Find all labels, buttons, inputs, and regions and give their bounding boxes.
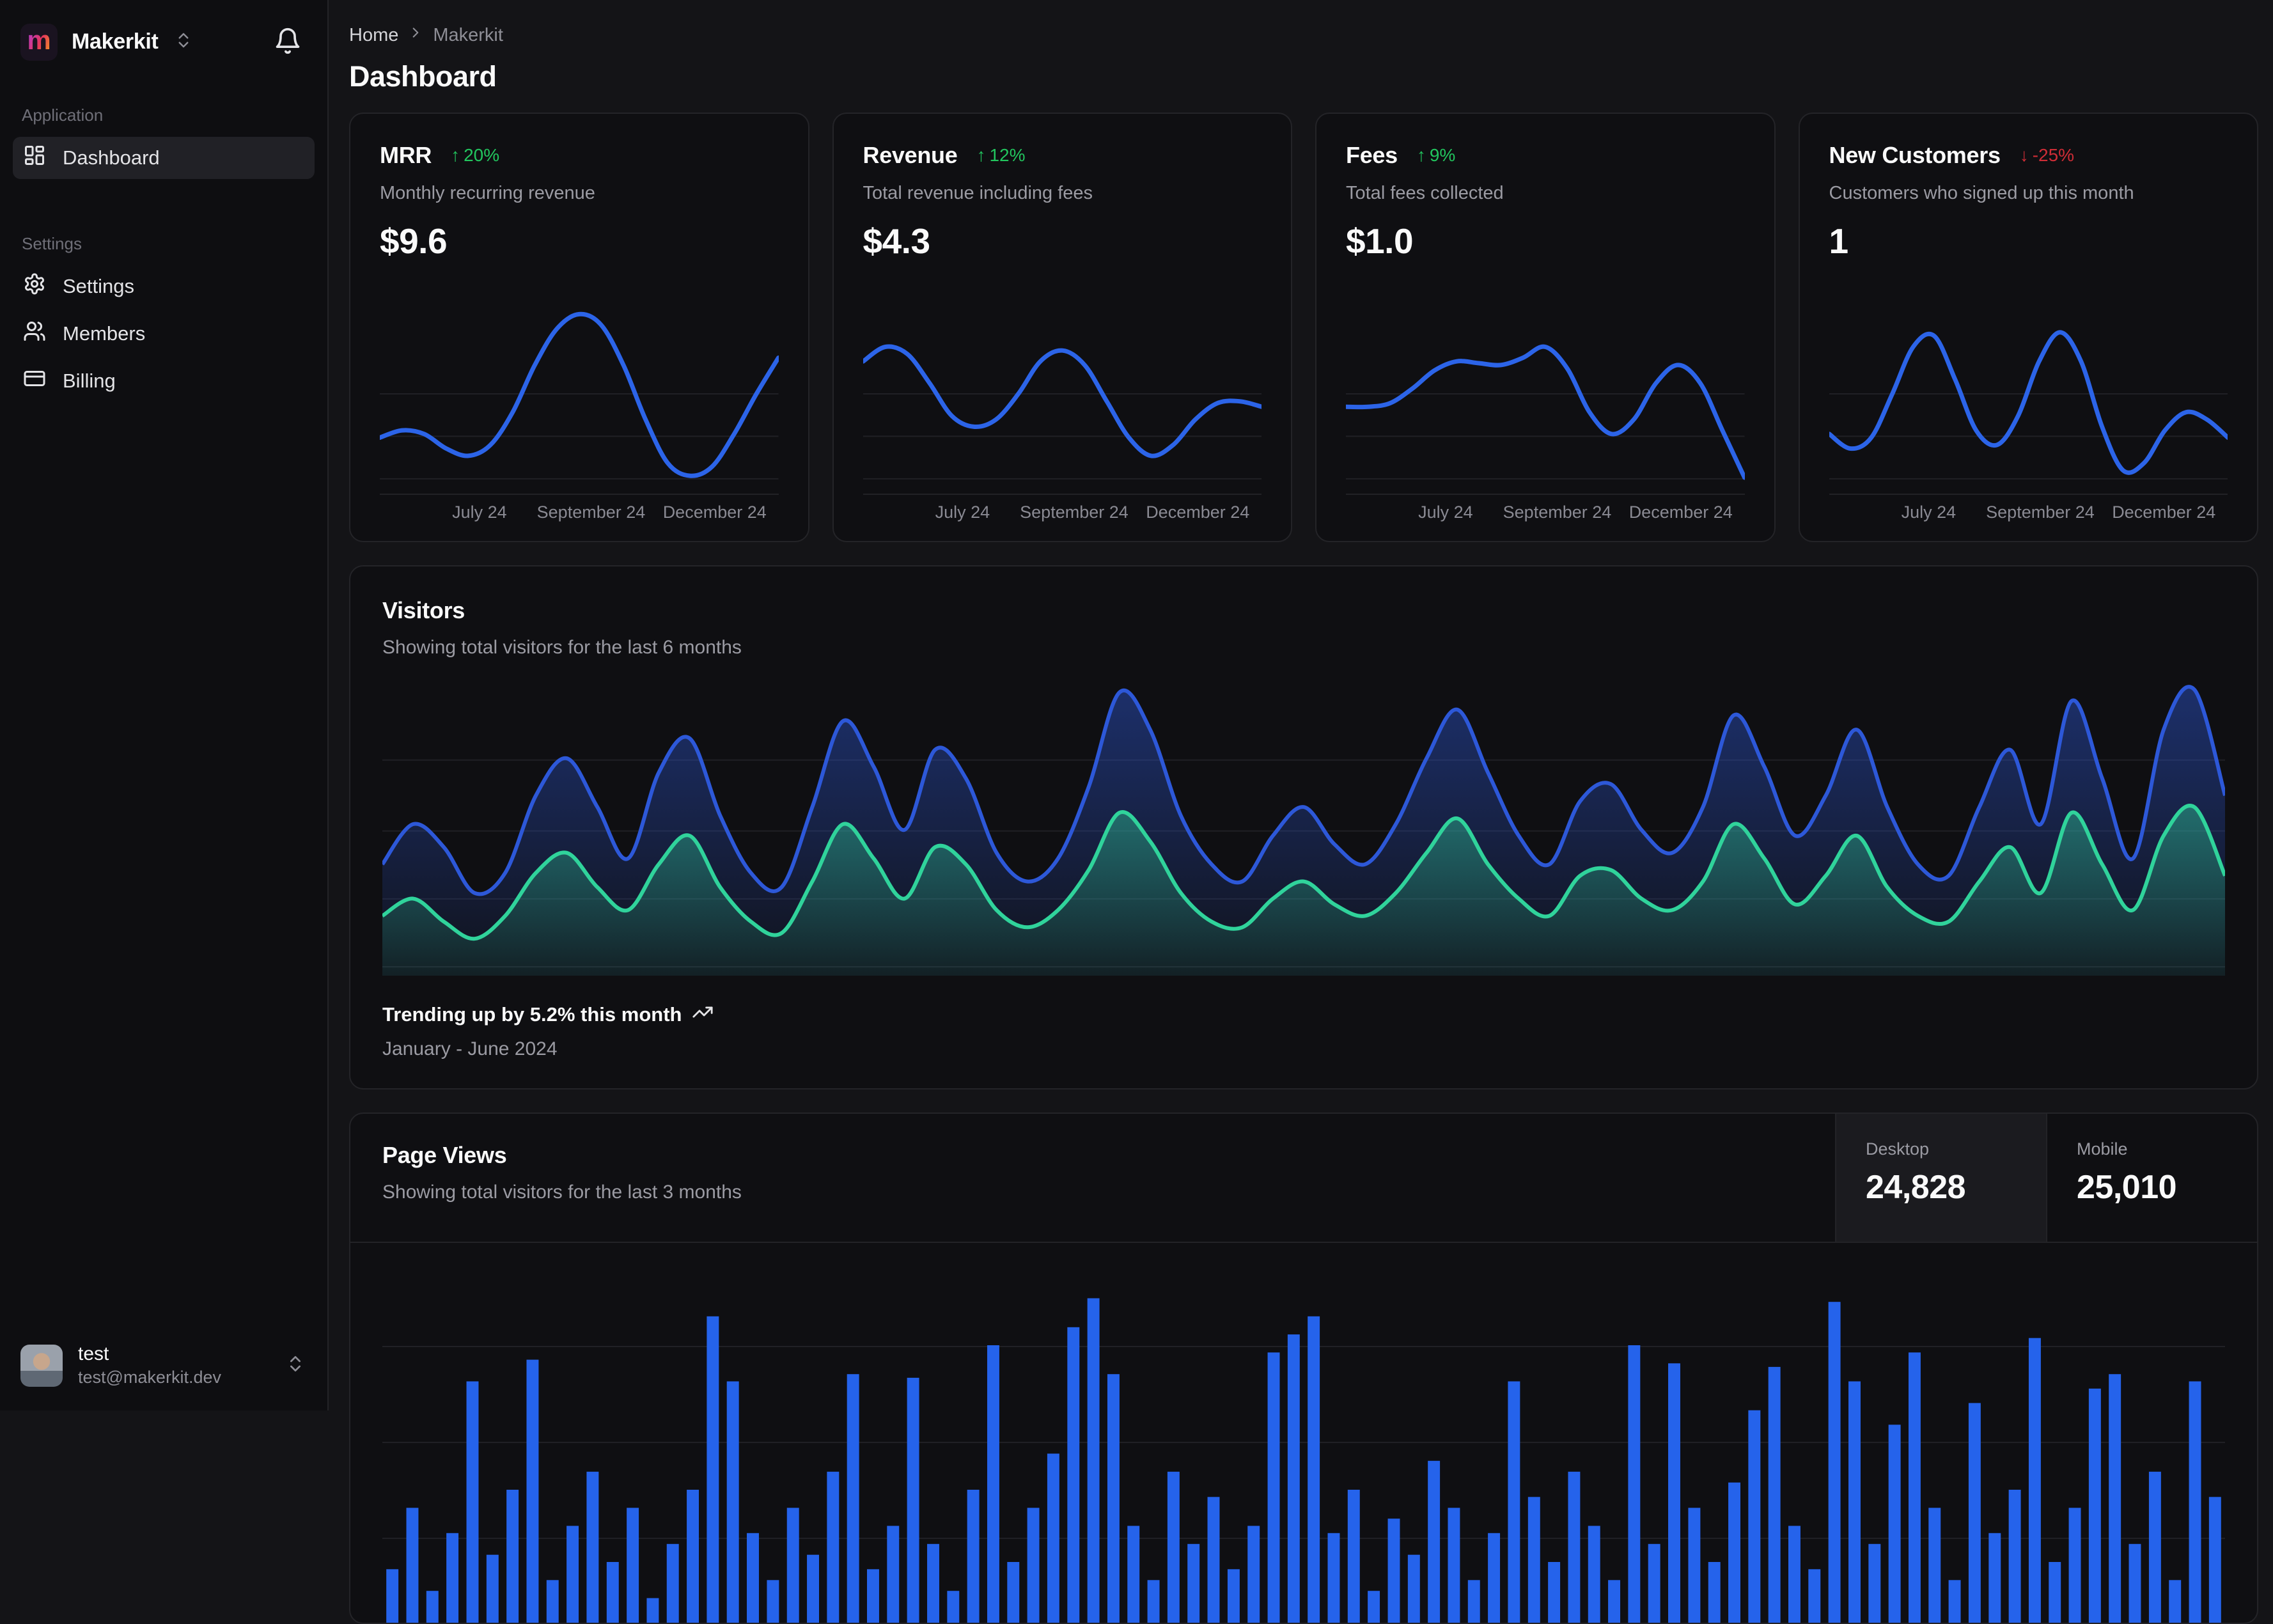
arrow-up-icon: ↑ bbox=[451, 145, 460, 166]
visitors-trend-text: Trending up by 5.2% this month bbox=[382, 1003, 682, 1026]
visitors-date-range: January - June 2024 bbox=[382, 1038, 2225, 1060]
stat-description: Total fees collected bbox=[1346, 183, 1745, 204]
sidebar-nav: Application Dashboard Settings Settings … bbox=[0, 80, 327, 1325]
workspace-selector[interactable]: m Makerkit bbox=[0, 0, 327, 80]
sparkline-chart: July 24 September 24 December 24 bbox=[863, 299, 1262, 524]
toggle-desktop[interactable]: Desktop 24,828 bbox=[1835, 1114, 2046, 1242]
toggle-mobile[interactable]: Mobile 25,010 bbox=[2046, 1114, 2257, 1242]
gear-icon bbox=[23, 272, 46, 301]
page-views-header: Page Views Showing total visitors for th… bbox=[350, 1114, 2257, 1243]
chevrons-up-down-icon bbox=[174, 31, 193, 53]
x-axis: July 24 September 24 December 24 bbox=[863, 494, 1262, 524]
visitors-footer: Trending up by 5.2% this month January -… bbox=[382, 1001, 2225, 1060]
stats-grid: MRR ↑20% Monthly recurring revenue $9.6 … bbox=[349, 113, 2258, 542]
stat-description: Customers who signed up this month bbox=[1829, 183, 2228, 204]
user-menu-button[interactable]: test test@makerkit.dev bbox=[0, 1325, 327, 1410]
stat-value: $9.6 bbox=[380, 221, 779, 262]
stat-value: $1.0 bbox=[1346, 221, 1745, 262]
stat-title: MRR bbox=[380, 142, 432, 169]
sidebar: m Makerkit Application Dashboard Setting… bbox=[0, 0, 329, 1410]
sparkline-chart: July 24 September 24 December 24 bbox=[1346, 299, 1745, 524]
user-email: test@makerkit.dev bbox=[78, 1366, 270, 1389]
sidebar-item-settings[interactable]: Settings bbox=[13, 265, 315, 308]
page-views-title: Page Views bbox=[382, 1142, 1803, 1169]
dashboard-icon bbox=[23, 144, 46, 172]
sidebar-item-label: Dashboard bbox=[63, 146, 160, 169]
nav-group-application: Application bbox=[13, 105, 315, 125]
visitors-area-chart bbox=[382, 680, 2225, 976]
user-name: test bbox=[78, 1342, 270, 1366]
page-views-subtitle: Showing total visitors for the last 3 mo… bbox=[382, 1182, 1803, 1203]
stat-value: 1 bbox=[1829, 221, 2228, 262]
sidebar-item-dashboard[interactable]: Dashboard bbox=[13, 137, 315, 179]
trending-up-icon bbox=[692, 1001, 714, 1028]
bell-icon bbox=[274, 27, 302, 57]
sidebar-item-billing[interactable]: Billing bbox=[13, 360, 315, 402]
x-axis: July 24 September 24 December 24 bbox=[380, 494, 779, 524]
credit-card-icon bbox=[23, 367, 46, 395]
sparkline-chart: July 24 September 24 December 24 bbox=[1829, 299, 2228, 524]
stat-card-new-customers: New Customers ↓-25% Customers who signed… bbox=[1799, 113, 2259, 542]
main-content: Home Makerkit Dashboard MRR ↑20% Monthly… bbox=[329, 0, 2273, 1410]
x-axis: July 24 September 24 December 24 bbox=[1829, 494, 2228, 524]
stat-description: Total revenue including fees bbox=[863, 183, 1262, 204]
notifications-button[interactable] bbox=[270, 23, 306, 61]
stat-card-mrr: MRR ↑20% Monthly recurring revenue $9.6 … bbox=[349, 113, 809, 542]
chevrons-up-down-icon bbox=[285, 1354, 306, 1377]
breadcrumb: Home Makerkit bbox=[349, 24, 2258, 46]
trend-badge: ↑12% bbox=[976, 145, 1025, 166]
stat-title: Revenue bbox=[863, 142, 958, 169]
brand-name: Makerkit bbox=[72, 29, 159, 54]
trend-badge: ↓-25% bbox=[2020, 145, 2074, 166]
sidebar-item-label: Settings bbox=[63, 275, 134, 298]
arrow-up-icon: ↑ bbox=[976, 145, 985, 166]
stat-title: Fees bbox=[1346, 142, 1398, 169]
visitors-card: Visitors Showing total visitors for the … bbox=[349, 565, 2258, 1089]
stat-card-revenue: Revenue ↑12% Total revenue including fee… bbox=[832, 113, 1293, 542]
stat-value: $4.3 bbox=[863, 221, 1262, 262]
sidebar-item-label: Members bbox=[63, 322, 145, 345]
x-axis: July 24 September 24 December 24 bbox=[1346, 494, 1745, 524]
breadcrumb-current: Makerkit bbox=[433, 25, 503, 46]
sidebar-item-members[interactable]: Members bbox=[13, 313, 315, 355]
app-root: m Makerkit Application Dashboard Setting… bbox=[0, 0, 2273, 1410]
page-title: Dashboard bbox=[349, 60, 2258, 93]
arrow-down-icon: ↓ bbox=[2020, 145, 2029, 166]
page-views-toggles: Desktop 24,828 Mobile 25,010 bbox=[1835, 1114, 2257, 1242]
arrow-up-icon: ↑ bbox=[1417, 145, 1426, 166]
sparkline-chart: July 24 September 24 December 24 bbox=[380, 299, 779, 524]
avatar bbox=[20, 1345, 63, 1387]
stat-title: New Customers bbox=[1829, 142, 2001, 169]
trend-badge: ↑20% bbox=[451, 145, 499, 166]
visitors-title: Visitors bbox=[382, 597, 2225, 624]
page-views-card: Page Views Showing total visitors for th… bbox=[349, 1113, 2258, 1624]
trend-badge: ↑9% bbox=[1417, 145, 1455, 166]
brand-logo: m bbox=[20, 24, 58, 61]
sidebar-item-label: Billing bbox=[63, 370, 116, 393]
page-views-bar-chart bbox=[350, 1243, 2257, 1624]
visitors-subtitle: Showing total visitors for the last 6 mo… bbox=[382, 637, 2225, 659]
users-icon bbox=[23, 320, 46, 348]
chevron-right-icon bbox=[407, 24, 424, 46]
nav-group-settings: Settings bbox=[13, 234, 315, 254]
breadcrumb-home[interactable]: Home bbox=[349, 25, 398, 46]
stat-description: Monthly recurring revenue bbox=[380, 183, 779, 204]
stat-card-fees: Fees ↑9% Total fees collected $1.0 July … bbox=[1315, 113, 1776, 542]
